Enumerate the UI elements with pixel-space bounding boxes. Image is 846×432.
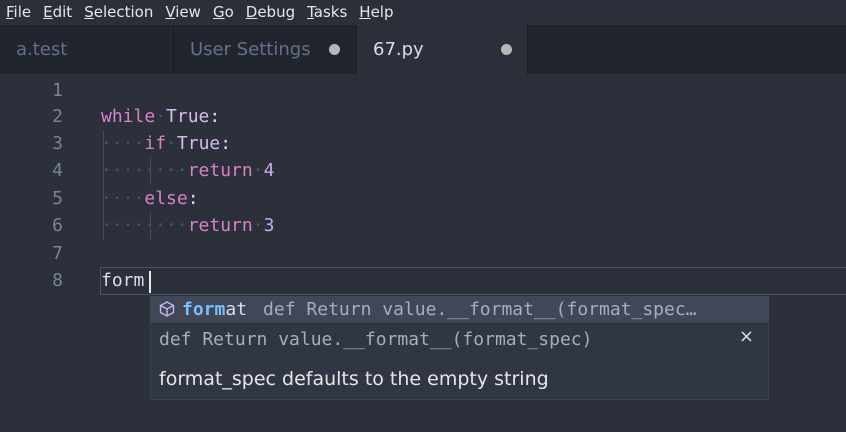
line-number: 8 <box>52 270 63 291</box>
menu-bar: File Edit Selection View Go Debug Tasks … <box>0 0 846 25</box>
line-number: 3 <box>52 133 63 154</box>
menu-help[interactable]: Help <box>353 0 399 25</box>
menu-go[interactable]: Go <box>207 0 240 25</box>
line-number: 4 <box>52 160 63 181</box>
code-line: 5 ····else: <box>0 185 846 212</box>
tab-bar: a.test User Settings 67.py <box>0 25 846 74</box>
code-line: 2 while·True: <box>0 103 846 130</box>
autocomplete-match: form <box>182 298 226 320</box>
docs-signature: def Return value.__format__(format_spec) <box>159 329 593 350</box>
menu-selection[interactable]: Selection <box>78 0 159 25</box>
text-cursor <box>149 271 151 293</box>
cube-icon <box>159 301 175 317</box>
code-line: 7 <box>0 240 846 267</box>
close-icon[interactable]: × <box>739 326 754 347</box>
tab-67-py[interactable]: 67.py <box>357 25 528 74</box>
code-line: 6 ········return·3 <box>0 212 846 239</box>
tab-label: 67.py <box>373 39 424 60</box>
modified-dot-icon[interactable] <box>329 44 340 55</box>
autocomplete-docs: def Return value.__format__(format_spec)… <box>150 322 769 400</box>
code-line: 4 ········return·4 <box>0 157 846 184</box>
menu-edit[interactable]: Edit <box>37 0 78 25</box>
tab-label: User Settings <box>190 39 311 60</box>
autocomplete-detail: def Return value.__format__(format_spec… <box>263 298 697 320</box>
code-text: ········return·3 <box>101 215 275 236</box>
code-line: 3 ····if·True: <box>0 130 846 157</box>
code-text: ········return·4 <box>101 160 275 181</box>
menu-view[interactable]: View <box>159 0 207 25</box>
menu-debug[interactable]: Debug <box>240 0 301 25</box>
modified-dot-icon[interactable] <box>501 44 512 55</box>
code-line: 1 <box>0 77 846 104</box>
code-text: while·True: <box>101 106 221 127</box>
autocomplete-rest: at <box>225 298 248 320</box>
menu-file[interactable]: File <box>0 0 37 25</box>
line-number: 1 <box>52 80 63 101</box>
tab-label: a.test <box>16 39 68 60</box>
code-text: form <box>101 270 145 291</box>
code-text: ····if·True: <box>101 133 232 154</box>
docs-description: format_spec defaults to the empty string <box>159 368 549 390</box>
autocomplete-item[interactable]: form at def Return value.__format__(forma… <box>150 296 769 322</box>
line-number: 7 <box>52 243 63 264</box>
code-line: 8 form <box>0 267 846 294</box>
code-text: ····else: <box>101 188 199 209</box>
line-number: 6 <box>52 215 63 236</box>
line-number: 5 <box>52 188 63 209</box>
menu-tasks[interactable]: Tasks <box>301 0 353 25</box>
tab-a-test[interactable]: a.test <box>0 25 174 74</box>
tab-user-settings[interactable]: User Settings <box>174 25 357 74</box>
line-number: 2 <box>52 106 63 127</box>
